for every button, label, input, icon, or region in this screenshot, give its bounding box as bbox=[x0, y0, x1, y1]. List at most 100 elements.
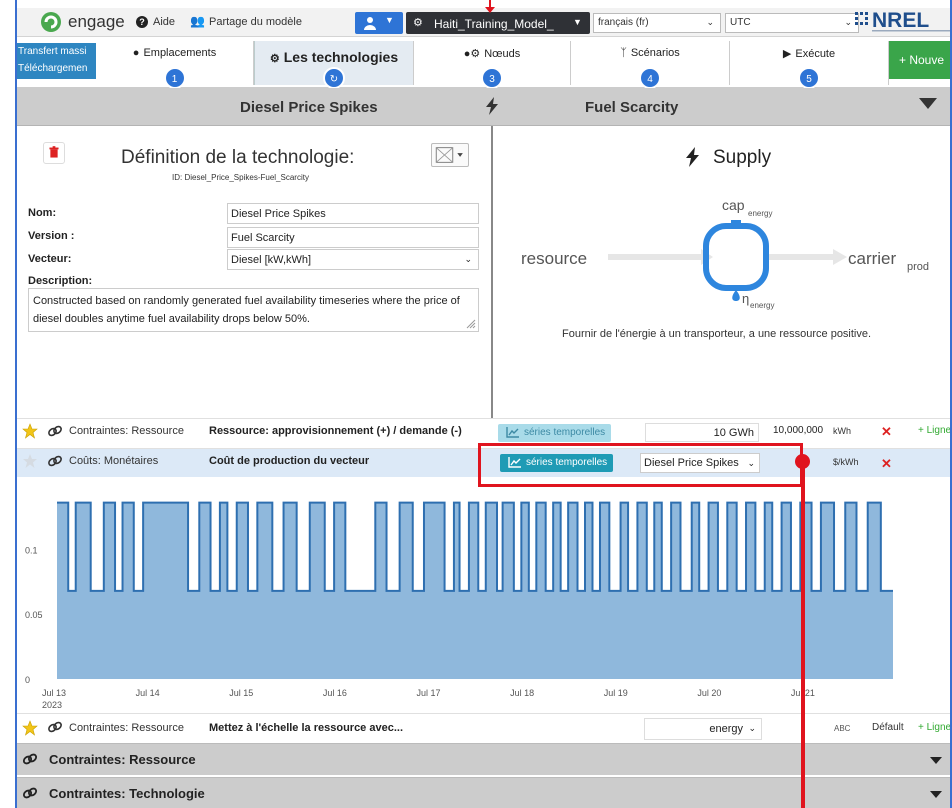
add-line-button[interactable]: + Ligne bbox=[918, 425, 951, 436]
bulk-upload-tab[interactable]: Transfert massi Téléchargemen bbox=[17, 43, 96, 79]
version-label: Version : bbox=[28, 230, 75, 242]
gear-icon: ⚙ bbox=[269, 53, 280, 65]
step-nodes-label: Nœuds bbox=[484, 48, 521, 60]
x-tick-label: Jul 18 bbox=[510, 688, 534, 698]
efficiency-label: η bbox=[742, 291, 749, 306]
help-link[interactable]: Aide bbox=[153, 16, 175, 28]
name-input[interactable]: Diesel Price Spikes bbox=[227, 203, 479, 224]
unit-label: $/kWh bbox=[833, 457, 859, 467]
add-line-button[interactable]: + Ligne bbox=[918, 722, 951, 733]
step-badge: 5 bbox=[798, 67, 820, 89]
carrier-subscript: prod bbox=[907, 261, 929, 273]
help-icon[interactable]: ? bbox=[136, 16, 148, 28]
users-icon[interactable]: 👥 bbox=[190, 14, 205, 28]
caret-down-icon: ▼ bbox=[573, 17, 582, 27]
left-window-edge bbox=[0, 0, 17, 808]
carrier-value: Diesel [kW,kWh] bbox=[231, 254, 312, 266]
constraint-type: Contraintes: Ressource bbox=[69, 722, 184, 734]
new-button[interactable]: + Nouve bbox=[889, 41, 952, 79]
model-select[interactable]: ⚙ Haiti_Training_Model_ ▼ bbox=[406, 12, 590, 34]
description-label: Description: bbox=[28, 275, 93, 287]
name-label: Nom: bbox=[28, 207, 57, 219]
step-locations[interactable]: ● Emplacements 1 bbox=[96, 41, 254, 89]
version-input[interactable]: Fuel Scarcity bbox=[227, 227, 479, 248]
x-tick-label: Jul 19 bbox=[604, 688, 628, 698]
caret-down-icon: ▼ bbox=[385, 15, 394, 25]
link-icon bbox=[48, 455, 62, 467]
nrel-logo: NREL bbox=[855, 9, 950, 32]
bulk-upload-label: Transfert massi bbox=[18, 46, 87, 57]
step-scenarios-label-wrap: ᛉ Scénarios bbox=[571, 47, 729, 59]
caret-down-icon[interactable] bbox=[930, 791, 942, 799]
caret-down-icon[interactable] bbox=[930, 757, 942, 765]
app-name: engage bbox=[68, 12, 125, 31]
technology-definition-panel: Définition de la technologie: ID: Diesel… bbox=[17, 126, 493, 418]
constraint-name: Ressource: approvisionnement (+) / deman… bbox=[209, 425, 462, 437]
step-navigation: Transfert massi Téléchargemen ● Emplaceme… bbox=[17, 41, 952, 89]
step-nodes[interactable]: ●⚙ Nœuds 3 bbox=[414, 41, 571, 89]
unit-label: kWh bbox=[833, 426, 851, 436]
x-tick-label: Jul 13 bbox=[42, 688, 66, 698]
resize-grip-icon[interactable] bbox=[466, 319, 476, 329]
link-icon bbox=[48, 721, 62, 733]
default-label: Défault bbox=[872, 722, 904, 733]
icon-picker-button[interactable] bbox=[431, 143, 469, 167]
timezone-select[interactable]: UTC ⌄ bbox=[725, 13, 859, 33]
trash-icon[interactable] bbox=[43, 142, 65, 164]
bolt-icon bbox=[486, 97, 498, 115]
description-text: Constructed based on randomly generated … bbox=[33, 295, 460, 325]
supply-description: Fournir de l'énergie à un transporteur, … bbox=[562, 328, 872, 340]
cost-name: Coût de production du vecteur bbox=[209, 455, 370, 467]
section-resource-constraints[interactable]: Contraintes: Ressource bbox=[17, 743, 952, 775]
star-icon[interactable] bbox=[22, 423, 38, 439]
step-badge: 3 bbox=[481, 67, 503, 89]
user-menu-button[interactable]: ▼ bbox=[355, 12, 403, 34]
supply-flow-diagram: resource carrier prod cap energy η energ… bbox=[521, 197, 929, 310]
star-icon[interactable] bbox=[22, 453, 38, 469]
step-run[interactable]: ▶ Exécute 5 bbox=[730, 41, 889, 89]
section-title: Contraintes: Ressource bbox=[49, 752, 196, 767]
scale-select[interactable]: energy ⌄ bbox=[644, 718, 762, 740]
carrier-select[interactable]: Diesel [kW,kWh] ⌄ bbox=[227, 249, 479, 270]
language-value: français (fr) bbox=[598, 17, 649, 28]
timeseries-chart: 0 0.05 0.1 Jul 13 Jul 14 Jul 15 Jul 16 Jul 17 Ju… bbox=[17, 477, 952, 713]
x-tick-label: Jul 17 bbox=[416, 688, 440, 698]
user-icon bbox=[364, 17, 376, 30]
star-icon[interactable] bbox=[22, 720, 38, 736]
language-select[interactable]: français (fr) ⌄ bbox=[593, 13, 721, 33]
constraint-row-resource: Contraintes: Ressource Ressource: approv… bbox=[17, 418, 952, 444]
remove-icon[interactable]: ✕ bbox=[881, 424, 892, 440]
step-run-label-wrap: ▶ Exécute bbox=[730, 47, 888, 60]
link-icon bbox=[22, 787, 38, 799]
efficiency-subscript: energy bbox=[750, 301, 774, 310]
caret-down-icon[interactable] bbox=[919, 98, 937, 110]
description-textarea[interactable]: Constructed based on randomly generated … bbox=[28, 288, 479, 332]
step-locations-label-wrap: ● Emplacements bbox=[96, 47, 253, 59]
constraint-row-scale: Contraintes: Ressource Mettez à l'échell… bbox=[17, 713, 952, 743]
share-model-link[interactable]: Partage du modèle bbox=[209, 16, 302, 28]
resource-value-input[interactable]: 10 GWh bbox=[645, 423, 759, 442]
link-icon bbox=[48, 425, 62, 437]
engage-logo-icon bbox=[41, 12, 61, 32]
section-technology-constraints[interactable]: Contraintes: Technologie bbox=[17, 777, 952, 808]
timeseries-button[interactable]: séries temporelles bbox=[498, 424, 612, 442]
step-scenarios-label: Scénarios bbox=[630, 47, 680, 59]
efficiency-drop-icon bbox=[732, 290, 740, 301]
constraint-type: Contraintes: Ressource bbox=[69, 425, 184, 437]
chevron-down-icon: ⌄ bbox=[844, 17, 852, 27]
step-technologies[interactable]: ⚙ Les technologies ↻ bbox=[254, 41, 414, 89]
annotation-arrow-icon bbox=[485, 0, 495, 13]
supply-title: Supply bbox=[713, 147, 772, 168]
y-tick-label: 0.05 bbox=[25, 610, 43, 620]
step-nodes-label-wrap: ●⚙ Nœuds bbox=[414, 47, 570, 60]
step-scenarios[interactable]: ᛉ Scénarios 4 bbox=[571, 41, 730, 89]
x-tick-label: Jul 14 bbox=[136, 688, 160, 698]
branch-icon: ᛉ bbox=[620, 47, 627, 59]
remove-icon[interactable]: ✕ bbox=[881, 456, 892, 472]
x-year-label: 2023 bbox=[42, 700, 62, 710]
refresh-icon: ↻ bbox=[323, 67, 345, 89]
abc-label: ABC bbox=[834, 724, 851, 733]
output-arrow-head bbox=[833, 249, 847, 265]
step-technologies-label-wrap: ⚙ Les technologies bbox=[255, 49, 413, 65]
link-icon bbox=[22, 753, 38, 765]
